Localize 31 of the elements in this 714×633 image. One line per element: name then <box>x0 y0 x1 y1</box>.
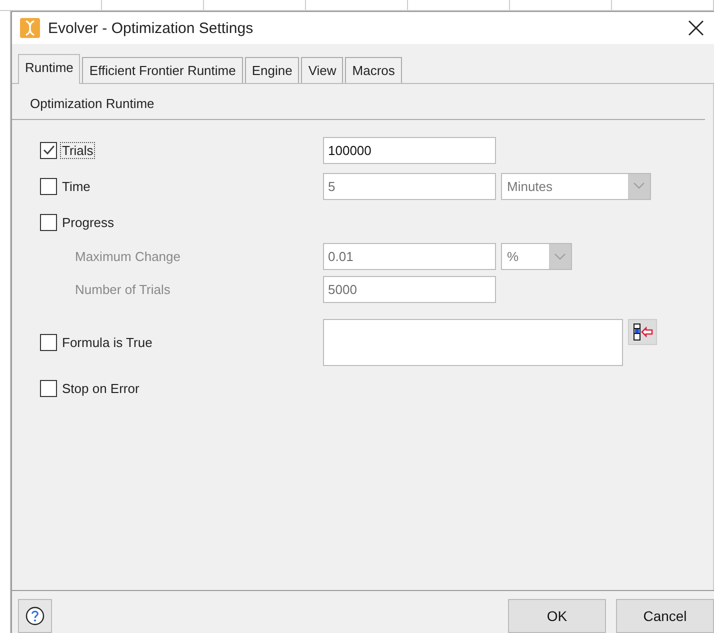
help-icon <box>25 606 45 626</box>
checkbox-label[interactable]: Time <box>60 178 92 194</box>
tab[interactable]: Engine <box>244 57 300 83</box>
checkbox[interactable] <box>40 380 57 396</box>
cell-reference-icon <box>632 322 654 340</box>
section-title: Optimization Runtime <box>30 96 154 111</box>
close-icon[interactable] <box>688 20 704 36</box>
checkbox[interactable] <box>40 142 57 158</box>
checkbox-label[interactable]: Progress <box>60 214 116 230</box>
ok-button[interactable]: OK <box>508 599 606 633</box>
checkbox-label[interactable]: Formula is True <box>60 334 154 350</box>
window-title: Evolver - Optimization Settings <box>48 20 254 36</box>
field-label: Number of Trials <box>74 282 170 297</box>
tab[interactable]: View <box>301 57 344 83</box>
tab[interactable]: Macros <box>345 57 402 83</box>
input-field[interactable]: 100000 <box>323 136 496 164</box>
caret-icon <box>633 182 645 190</box>
tab[interactable]: Efficient Frontier Runtime <box>82 57 243 83</box>
checkbox[interactable] <box>40 214 57 230</box>
reference-button[interactable] <box>628 318 657 344</box>
checkbox[interactable] <box>40 334 57 350</box>
tab[interactable]: Runtime <box>18 54 80 84</box>
field-label: Maximum Change <box>74 249 180 264</box>
checkbox-label[interactable]: Trials <box>60 142 96 158</box>
formula-field[interactable] <box>323 318 623 366</box>
help-button[interactable] <box>18 599 52 633</box>
cancel-button[interactable]: Cancel <box>616 599 714 633</box>
checkbox[interactable] <box>40 178 57 194</box>
caret-icon <box>554 252 566 260</box>
app-icon <box>20 18 40 38</box>
checkbox-label[interactable]: Stop on Error <box>60 380 142 396</box>
